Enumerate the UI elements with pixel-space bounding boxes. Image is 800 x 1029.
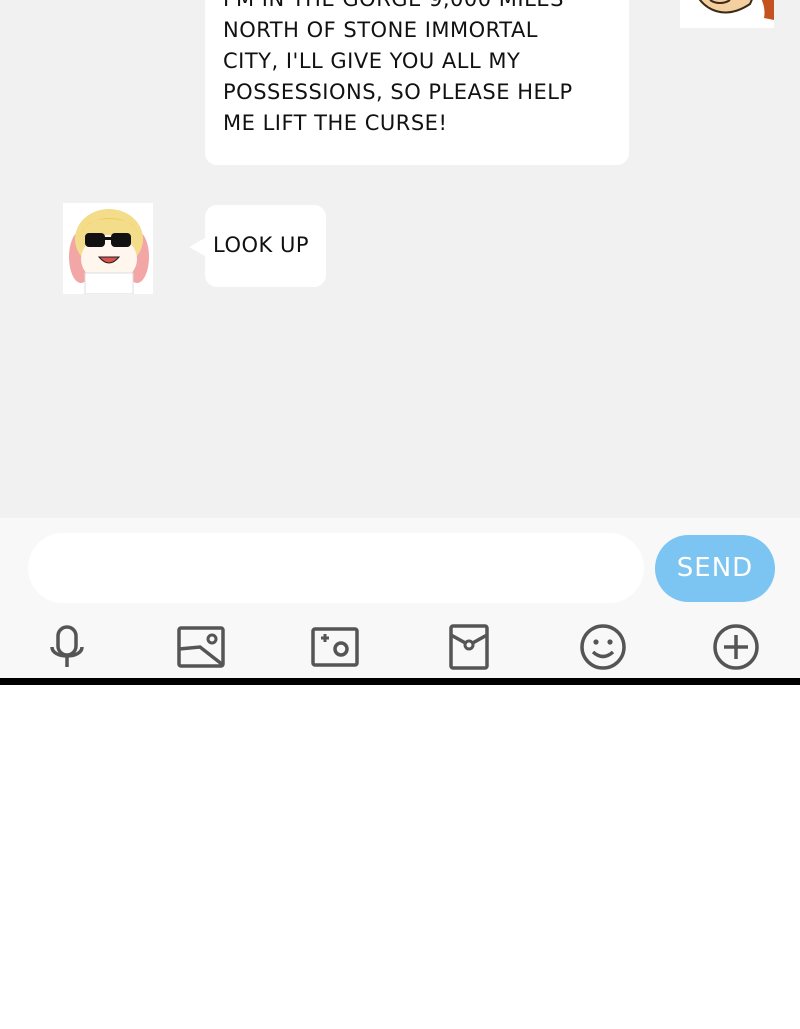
composer-bar: SEND [0,518,800,678]
message-text: I'M IN THE GORGE 9,000 MILES NORTH OF ST… [223,0,573,135]
microphone-icon[interactable] [42,621,92,671]
message-text: LOOK UP [213,233,309,257]
avatar-other[interactable] [63,203,153,294]
add-icon[interactable] [711,621,761,671]
message-input[interactable] [28,533,644,603]
avatar-self[interactable] [680,0,774,28]
send-button[interactable]: SEND [655,535,775,602]
emoji-icon[interactable] [578,621,628,671]
bubble-tail [189,238,205,256]
camera-icon[interactable] [310,621,360,671]
divider [0,678,800,685]
chat-area: I'M IN THE GORGE 9,000 MILES NORTH OF ST… [0,0,800,518]
red-envelope-icon[interactable] [444,621,494,671]
message-bubble-self: I'M IN THE GORGE 9,000 MILES NORTH OF ST… [205,0,629,165]
image-icon[interactable] [176,621,226,671]
message-bubble-other: LOOK UP [205,205,326,287]
